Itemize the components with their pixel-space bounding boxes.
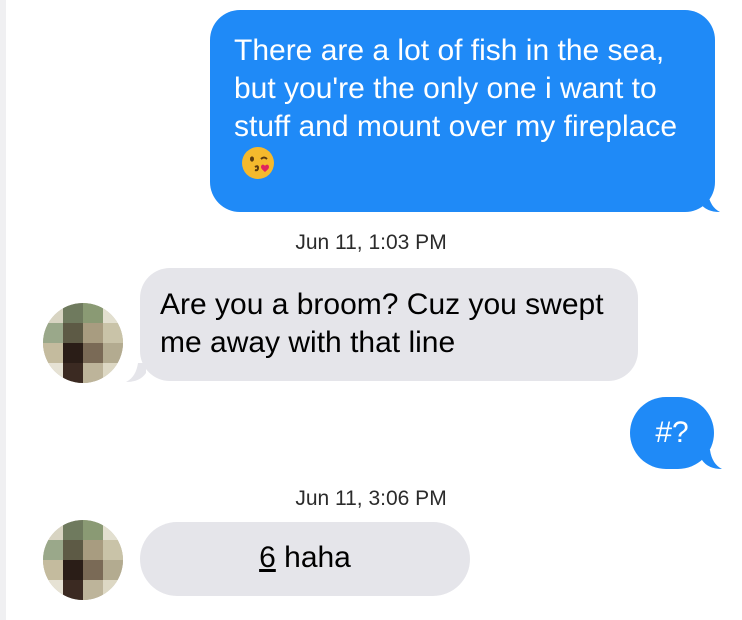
pixelated-avatar-icon bbox=[43, 303, 123, 383]
contact-avatar[interactable] bbox=[43, 303, 123, 383]
kissing-face-with-heart-icon bbox=[242, 147, 274, 180]
sent-bubble-tail bbox=[700, 193, 720, 212]
pixelated-avatar-icon bbox=[43, 520, 123, 600]
timestamp: Jun 11, 1:03 PM bbox=[295, 231, 447, 254]
received-message-bubble[interactable]: 6 haha bbox=[140, 522, 470, 596]
received-message-bubble[interactable]: Are you a broom? Cuz you swept me away w… bbox=[140, 268, 638, 381]
sent-message-text: There are a lot of fish in the sea, but … bbox=[234, 32, 691, 184]
underlined-number: 6 bbox=[259, 541, 276, 574]
sent-message-bubble[interactable]: There are a lot of fish in the sea, but … bbox=[210, 10, 715, 212]
received-bubble-tail bbox=[126, 363, 146, 382]
screen-edge bbox=[0, 0, 6, 620]
sent-message-text: #? bbox=[655, 416, 689, 449]
received-message-text: 6 haha bbox=[259, 541, 351, 574]
sent-bubble-tail bbox=[702, 450, 722, 469]
received-message-text: Are you a broom? Cuz you swept me away w… bbox=[160, 288, 604, 359]
contact-avatar[interactable] bbox=[43, 520, 123, 600]
timestamp: Jun 11, 3:06 PM bbox=[295, 487, 447, 510]
